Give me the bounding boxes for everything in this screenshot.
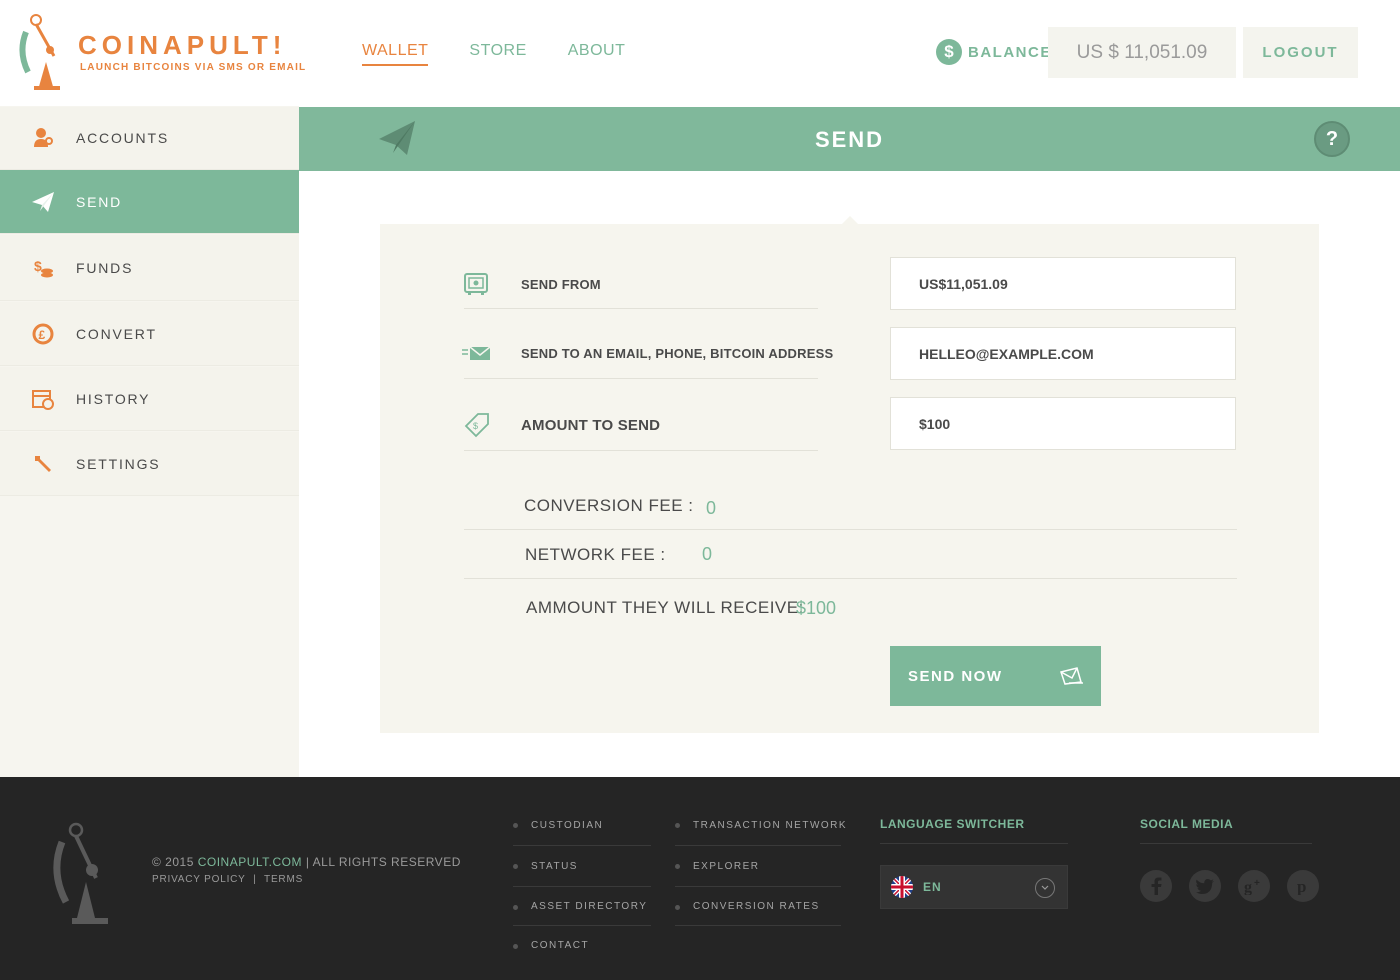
send-from-row: SEND FROM: [464, 262, 818, 309]
amount-label: AMOUNT TO SEND: [521, 417, 661, 434]
chevron-down-icon: [1035, 878, 1055, 898]
logo-tagline: LAUNCH BITCOINS VIA SMS OR EMAIL: [80, 62, 307, 73]
footer-link-asset-directory[interactable]: ASSET DIRECTORY: [513, 887, 651, 926]
sidebar-item-history[interactable]: HISTORY: [0, 367, 299, 431]
social-heading: SOCIAL MEDIA: [1140, 817, 1312, 844]
copyright-brand-link[interactable]: COINAPULT.COM: [198, 855, 302, 869]
sidebar-item-label: FUNDS: [76, 259, 134, 276]
svg-text:$: $: [34, 258, 42, 274]
conversion-fee-row: CONVERSION FEE : 0: [464, 480, 1237, 530]
calendar-icon: [30, 386, 56, 412]
sidebar-item-convert[interactable]: £ CONVERT: [0, 302, 299, 366]
legal-separator: |: [253, 874, 257, 885]
sidebar-item-label: HISTORY: [76, 390, 151, 407]
balance-value: US $ 11,051.09: [1048, 27, 1236, 78]
send-to-row: SEND TO AN EMAIL, PHONE, BITCOIN ADDRESS: [462, 331, 833, 379]
footer-links-col1: CUSTODIAN STATUS ASSET DIRECTORY CONTACT: [513, 805, 651, 965]
balance-label-group: $ BALANCE: [936, 39, 1052, 65]
email-icon: [462, 346, 490, 360]
send-now-button[interactable]: SEND NOW: [890, 646, 1101, 706]
amount-row: $ AMOUNT TO SEND: [464, 400, 818, 451]
header: COINAPULT! LAUNCH BITCOINS VIA SMS OR EM…: [0, 0, 1400, 106]
page-title: SEND: [814, 127, 885, 152]
svg-text:£: £: [39, 328, 46, 342]
help-button[interactable]: ?: [1314, 121, 1350, 157]
balance-label: BALANCE: [968, 43, 1052, 61]
sidebar-item-send[interactable]: SEND: [0, 170, 299, 234]
convert-icon: £: [30, 321, 56, 347]
svg-text:g: g: [1244, 879, 1252, 895]
send-from-label: SEND FROM: [521, 277, 601, 292]
footer-link-transaction-network[interactable]: TRANSACTION NETWORK: [675, 805, 846, 846]
network-fee-label: NETWORK FEE :: [525, 545, 666, 564]
google-plus-icon[interactable]: g +: [1238, 870, 1270, 902]
sidebar-item-label: SEND: [76, 193, 123, 210]
footer-link-contact[interactable]: CONTACT: [513, 926, 651, 965]
paper-plane-icon: [30, 189, 56, 215]
catapult-logo-icon: [19, 14, 60, 90]
logo-title: COINAPULT!: [78, 30, 287, 60]
footer-link-conversion-rates[interactable]: CONVERSION RATES: [675, 887, 841, 926]
svg-text:+: +: [1254, 878, 1260, 889]
uk-flag-icon: [891, 876, 913, 898]
copyright-suffix: | ALL RIGHTS RESERVED: [305, 855, 461, 869]
nav-store[interactable]: STORE: [469, 42, 526, 66]
sidebar-item-funds[interactable]: $ FUNDS: [0, 235, 299, 301]
language-select[interactable]: EN: [880, 865, 1068, 909]
wrench-icon: [30, 451, 56, 477]
catapult-footer-logo-icon: [53, 822, 108, 924]
footer-links-col2: TRANSACTION NETWORK EXPLORER CONVERSION …: [675, 805, 846, 926]
twitter-icon[interactable]: [1189, 870, 1221, 902]
footer-link-status[interactable]: STATUS: [513, 846, 651, 887]
conversion-fee-value: 0: [706, 498, 717, 518]
receive-amount-row: AMMOUNT THEY WILL RECEIVE: $100: [464, 582, 1237, 632]
receive-amount-value: $100: [796, 598, 837, 618]
send-envelope-icon: [1060, 667, 1083, 685]
sidebar-item-label: CONVERT: [76, 325, 157, 342]
sidebar-item-label: ACCOUNTS: [76, 130, 169, 146]
panel-notch: [842, 216, 858, 224]
network-fee-row: NETWORK FEE : 0: [464, 529, 1237, 579]
copyright: © 2015 COINAPULT.COM | ALL RIGHTS RESERV…: [152, 855, 461, 869]
copyright-year: © 2015: [152, 855, 194, 869]
receive-amount-label: AMMOUNT THEY WILL RECEIVE:: [526, 598, 804, 617]
send-to-field[interactable]: [890, 327, 1236, 380]
nav-wallet[interactable]: WALLET: [362, 42, 429, 66]
send-title-bar: SEND ?: [299, 107, 1400, 171]
nav-about[interactable]: ABOUT: [568, 42, 626, 66]
legal-links: PRIVACY POLICY | TERMS: [152, 874, 307, 885]
safe-icon: [464, 273, 488, 295]
logout-button[interactable]: LOGOUT: [1243, 27, 1358, 78]
coins-icon: $: [30, 255, 56, 281]
sidebar-item-settings[interactable]: SETTINGS: [0, 432, 299, 496]
sidebar-item-accounts[interactable]: ACCOUNTS: [0, 107, 299, 170]
footer-link-custodian[interactable]: CUSTODIAN: [513, 805, 651, 846]
send-now-label: SEND NOW: [908, 667, 1003, 685]
svg-text:p: p: [1297, 877, 1306, 895]
main-nav: WALLET STORE ABOUT: [362, 42, 666, 66]
send-to-label: SEND TO AN EMAIL, PHONE, BITCOIN ADDRESS: [521, 346, 834, 361]
terms-link[interactable]: TERMS: [264, 874, 303, 885]
conversion-fee-label: CONVERSION FEE :: [524, 496, 694, 515]
amount-field[interactable]: [890, 397, 1236, 450]
facebook-icon[interactable]: [1140, 870, 1172, 902]
price-tag-icon: $: [464, 413, 489, 438]
network-fee-value: 0: [702, 544, 713, 564]
social-links: g + p: [1140, 870, 1319, 902]
language-value: EN: [923, 880, 942, 894]
pinterest-icon[interactable]: p: [1287, 870, 1319, 902]
language-heading: LANGUAGE SWITCHER: [880, 817, 1068, 844]
coinapult-logo[interactable]: COINAPULT! LAUNCH BITCOINS VIA SMS OR EM…: [16, 12, 306, 94]
footer-link-explorer[interactable]: EXPLORER: [675, 846, 841, 887]
privacy-policy-link[interactable]: PRIVACY POLICY: [152, 874, 246, 885]
dollar-icon: $: [936, 39, 962, 65]
send-from-field[interactable]: [890, 257, 1236, 310]
accounts-icon: [30, 125, 56, 151]
svg-text:$: $: [473, 421, 478, 431]
sidebar-item-label: SETTINGS: [76, 455, 161, 472]
